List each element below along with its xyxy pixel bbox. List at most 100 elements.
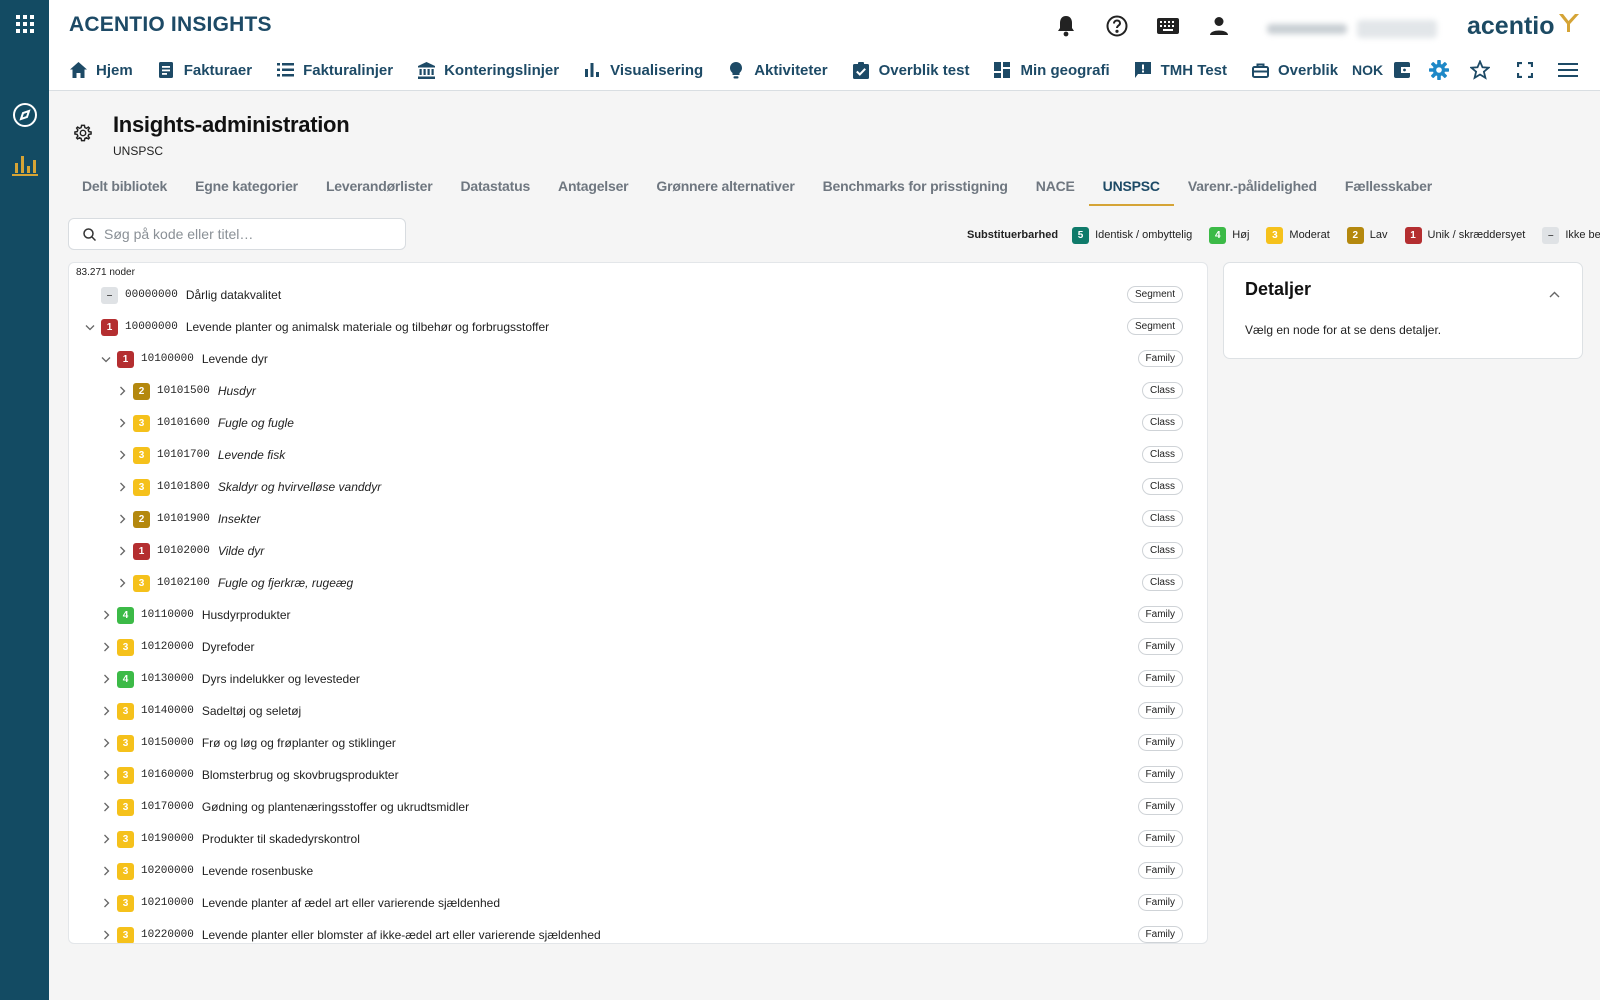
nav-fakturalinjer[interactable]: Fakturalinjer (276, 61, 393, 79)
nav-konteringslinjer[interactable]: Konteringslinjer (417, 61, 559, 79)
node-type-tag: Family (1137, 670, 1183, 687)
tree-row[interactable]: 3 10200000 Levende rosenbuske Family (69, 855, 1207, 887)
tab-antagelser[interactable]: Antagelser (544, 170, 642, 206)
main-nav: Hjem Fakturaer Fakturalinjer Konteringsl… (69, 58, 1362, 82)
keyboard-icon[interactable] (1155, 13, 1181, 39)
collapse-chevron-icon[interactable] (1549, 285, 1560, 303)
chevron-right-icon[interactable] (99, 928, 113, 942)
level-badge: – (1542, 226, 1560, 244)
nav-min-geografi[interactable]: Min geografi (993, 61, 1110, 79)
substitutability-badge: 3 (117, 798, 134, 816)
tab-egne-kategorier[interactable]: Egne kategorier (181, 170, 312, 206)
chevron-right-icon[interactable] (99, 640, 113, 654)
wallet-icon[interactable] (1391, 59, 1413, 81)
tree-row[interactable]: 3 10120000 Dyrefoder Family (69, 631, 1207, 663)
tab-benchmarks[interactable]: Benchmarks for prisstigning (809, 170, 1022, 206)
tree-row[interactable]: 3 10160000 Blomsterbrug og skovbrugsproduk… (69, 759, 1207, 791)
chevron-right-icon[interactable] (115, 448, 129, 462)
node-title: Produkter til skadedyrskontrol (201, 832, 360, 846)
tab-gronnere-alternativer[interactable]: Grønnere alternativer (642, 170, 808, 206)
tree-row[interactable]: 3 10150000 Frø og løg og frøplanter og sti… (69, 727, 1207, 759)
tree-row[interactable]: 4 10110000 Husdyrprodukter Family (69, 599, 1207, 631)
tree-row[interactable]: 2 10101900 Insekter Class (69, 503, 1207, 535)
chevron-right-icon[interactable] (99, 896, 113, 910)
node-code: 10102100 (157, 577, 210, 589)
tab-delt-bibliotek[interactable]: Delt bibliotek (68, 170, 181, 206)
nav-hjem[interactable]: Hjem (69, 61, 133, 79)
tree-row[interactable]: 1 10000000 Levende planter og animalsk mat… (69, 311, 1207, 343)
apps-icon[interactable] (0, 12, 49, 36)
chevron-right-icon[interactable] (99, 768, 113, 782)
tree-row[interactable]: –00000000 Dårlig datakvalitet Segment (69, 279, 1207, 311)
chevron-right-icon[interactable] (99, 608, 113, 622)
nav-visualisering[interactable]: Visualisering (583, 61, 703, 79)
menu-icon[interactable] (1557, 59, 1579, 81)
tab-leverandorlister[interactable]: Leverandørlister (312, 170, 447, 206)
fullscreen-icon[interactable] (1514, 59, 1536, 81)
nav-aktiviteter[interactable]: Aktiviteter (727, 61, 828, 79)
tree-row[interactable]: 2 10101500 Husdyr Class (69, 375, 1207, 407)
bell-icon[interactable] (1053, 13, 1079, 39)
node-type-tag: Family (1137, 926, 1183, 943)
tree-row[interactable]: 3 10101700 Levende fisk Class (69, 439, 1207, 471)
chevron-right-icon[interactable] (115, 416, 129, 430)
details-message: Vælg en node for at se dens detaljer. (1245, 323, 1442, 337)
chevron-down-icon[interactable] (83, 320, 97, 334)
help-icon[interactable] (1104, 13, 1130, 39)
tab-varenr-palidelighed[interactable]: Varenr.-pålidelighed (1174, 170, 1331, 206)
currency-label[interactable]: NOK (1352, 62, 1383, 78)
tree-row[interactable]: 3 10210000 Levende planter af ædel art ell… (69, 887, 1207, 919)
toolbox-icon (1251, 61, 1269, 79)
chevron-down-icon[interactable] (99, 352, 113, 366)
tree-row[interactable]: 3 10220000 Levende planter eller blomster … (69, 919, 1207, 943)
node-type-tag: Segment (1126, 286, 1183, 303)
node-code: 10140000 (141, 705, 194, 717)
tree-row[interactable]: 3 10140000 Sadeltøj og seletøj Family (69, 695, 1207, 727)
legend-item-label: Identisk / ombyttelig (1095, 229, 1193, 241)
user-icon[interactable] (1206, 13, 1232, 39)
chevron-right-icon[interactable] (99, 832, 113, 846)
left-rail (0, 0, 49, 1000)
tree-row[interactable]: 1 10102000 Vilde dyr Class (69, 535, 1207, 567)
nav-overblik[interactable]: Overblik (1251, 61, 1338, 79)
user-account-blurred[interactable] (1267, 16, 1477, 42)
gear-icon[interactable] (1428, 59, 1450, 81)
chevron-right-icon[interactable] (115, 576, 129, 590)
nav-fakturaer[interactable]: Fakturaer (157, 61, 252, 79)
chevron-right-icon[interactable] (115, 512, 129, 526)
star-icon[interactable] (1469, 59, 1491, 81)
tree-row[interactable]: 1 10100000 Levende dyr Family (69, 343, 1207, 375)
tree-row[interactable]: 3 10170000 Gødning og plantenæringsstoffer… (69, 791, 1207, 823)
chevron-right-icon[interactable] (99, 800, 113, 814)
search-input[interactable] (104, 226, 374, 242)
nav-overblik-test[interactable]: Overblik test (852, 61, 969, 79)
level-badge: 1 (1404, 226, 1422, 244)
chevron-right-icon[interactable] (99, 736, 113, 750)
substitutability-badge: 1 (117, 350, 134, 368)
node-title: Fugle og fjerkræ, rugeæg (217, 576, 354, 590)
nav-tmh-test[interactable]: TMH Test (1134, 61, 1227, 79)
tab-datastatus[interactable]: Datastatus (446, 170, 544, 206)
chevron-right-icon[interactable] (115, 480, 129, 494)
tree-row[interactable]: 4 10130000 Dyrs indelukker og levesteder Fa… (69, 663, 1207, 695)
nav-label: Hjem (96, 61, 133, 79)
chevron-right-icon[interactable] (115, 544, 129, 558)
chevron-right-icon[interactable] (115, 384, 129, 398)
bar-chart-icon[interactable] (0, 150, 49, 180)
node-type-tag: Class (1141, 414, 1183, 431)
compass-icon[interactable] (0, 100, 49, 130)
node-title: Levende planter af ædel art eller varier… (201, 896, 501, 910)
node-type-tag: Family (1137, 702, 1183, 719)
tab-nace[interactable]: NACE (1022, 170, 1089, 206)
tree-row[interactable]: 3 10190000 Produkter til skadedyrskontrol F… (69, 823, 1207, 855)
node-code: 10101900 (157, 513, 210, 525)
tab-unspsc[interactable]: UNSPSC (1088, 170, 1174, 206)
chevron-right-icon[interactable] (99, 864, 113, 878)
tab-faellesskaber[interactable]: Fællesskaber (1331, 170, 1446, 206)
logo-mark-icon (1557, 12, 1581, 41)
tree-row[interactable]: 3 10101600 Fugle og fugle Class (69, 407, 1207, 439)
tree-row[interactable]: 3 10101800 Skaldyr og hvirvelløse vanddyr C… (69, 471, 1207, 503)
chevron-right-icon[interactable] (99, 704, 113, 718)
tree-row[interactable]: 3 10102100 Fugle og fjerkræ, rugeæg Class (69, 567, 1207, 599)
chevron-right-icon[interactable] (99, 672, 113, 686)
